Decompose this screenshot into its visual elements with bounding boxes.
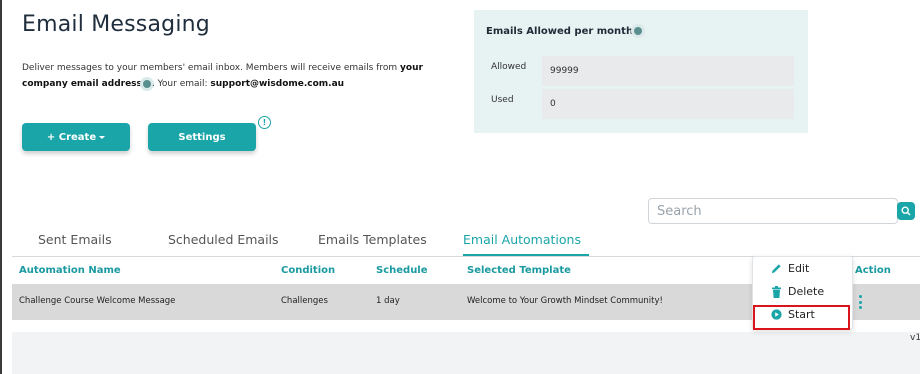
allowed-label: Allowed xyxy=(491,62,527,72)
search-button[interactable] xyxy=(897,202,915,220)
menu-item-edit-label: Edit xyxy=(788,262,810,275)
tab-scheduled-emails[interactable]: Scheduled Emails xyxy=(168,232,279,247)
cell-automation-name: Challenge Course Welcome Message xyxy=(19,296,176,306)
quota-title-text: Emails Allowed per month xyxy=(486,26,634,37)
page-description: Deliver messages to your members' email … xyxy=(22,60,442,92)
cell-schedule: 1 day xyxy=(376,296,400,306)
description-text: Deliver messages to your members' email … xyxy=(22,63,401,73)
used-value-field: 0 xyxy=(542,89,794,119)
window-left-border xyxy=(0,0,2,374)
support-email: support@wisdome.com.au xyxy=(210,79,345,89)
column-header-action: Action xyxy=(855,265,891,276)
used-label: Used xyxy=(491,95,514,105)
version-label: v1 xyxy=(910,333,920,343)
description-text-2: . Your email: xyxy=(151,79,211,89)
cell-selected-template: Welcome to Your Growth Mindset Community… xyxy=(467,296,663,306)
create-button-label: + Create xyxy=(46,131,97,143)
page-title: Email Messaging xyxy=(22,12,210,37)
allowed-value-field: 99999 xyxy=(542,56,794,86)
quota-info-icon[interactable] xyxy=(634,27,643,35)
cell-condition: Challenges xyxy=(281,296,328,306)
quota-title: Emails Allowed per month xyxy=(486,26,643,37)
tab-emails-templates[interactable]: Emails Templates xyxy=(318,232,427,247)
kebab-menu-icon[interactable] xyxy=(859,295,863,309)
start-highlight-box xyxy=(753,305,850,330)
tab-sent-emails[interactable]: Sent Emails xyxy=(38,232,112,247)
tab-email-automations[interactable]: Email Automations xyxy=(463,232,581,247)
column-header-automation-name: Automation Name xyxy=(19,265,121,276)
menu-item-delete[interactable]: Delete xyxy=(771,285,824,298)
search-input[interactable]: Search xyxy=(648,198,898,224)
menu-item-delete-label: Delete xyxy=(788,285,825,298)
caret-down-icon xyxy=(99,135,106,139)
trash-icon xyxy=(772,285,781,298)
create-button[interactable]: + Create xyxy=(22,123,130,151)
column-header-selected-template: Selected Template xyxy=(467,265,571,276)
column-header-condition: Condition xyxy=(281,265,336,276)
email-quota-panel: Emails Allowed per month Allowed 99999 U… xyxy=(474,10,808,133)
info-icon[interactable]: ! xyxy=(258,116,271,129)
info-dot-icon[interactable] xyxy=(142,79,151,88)
table-footer-area xyxy=(12,332,920,374)
column-header-schedule: Schedule xyxy=(376,265,428,276)
tab-bar: Sent Emails Scheduled Emails Emails Temp… xyxy=(12,226,920,256)
search-icon xyxy=(901,206,911,216)
menu-item-edit[interactable]: Edit xyxy=(771,262,809,275)
settings-button[interactable]: Settings xyxy=(148,123,256,151)
pencil-icon xyxy=(771,264,781,274)
settings-button-label: Settings xyxy=(178,131,226,143)
